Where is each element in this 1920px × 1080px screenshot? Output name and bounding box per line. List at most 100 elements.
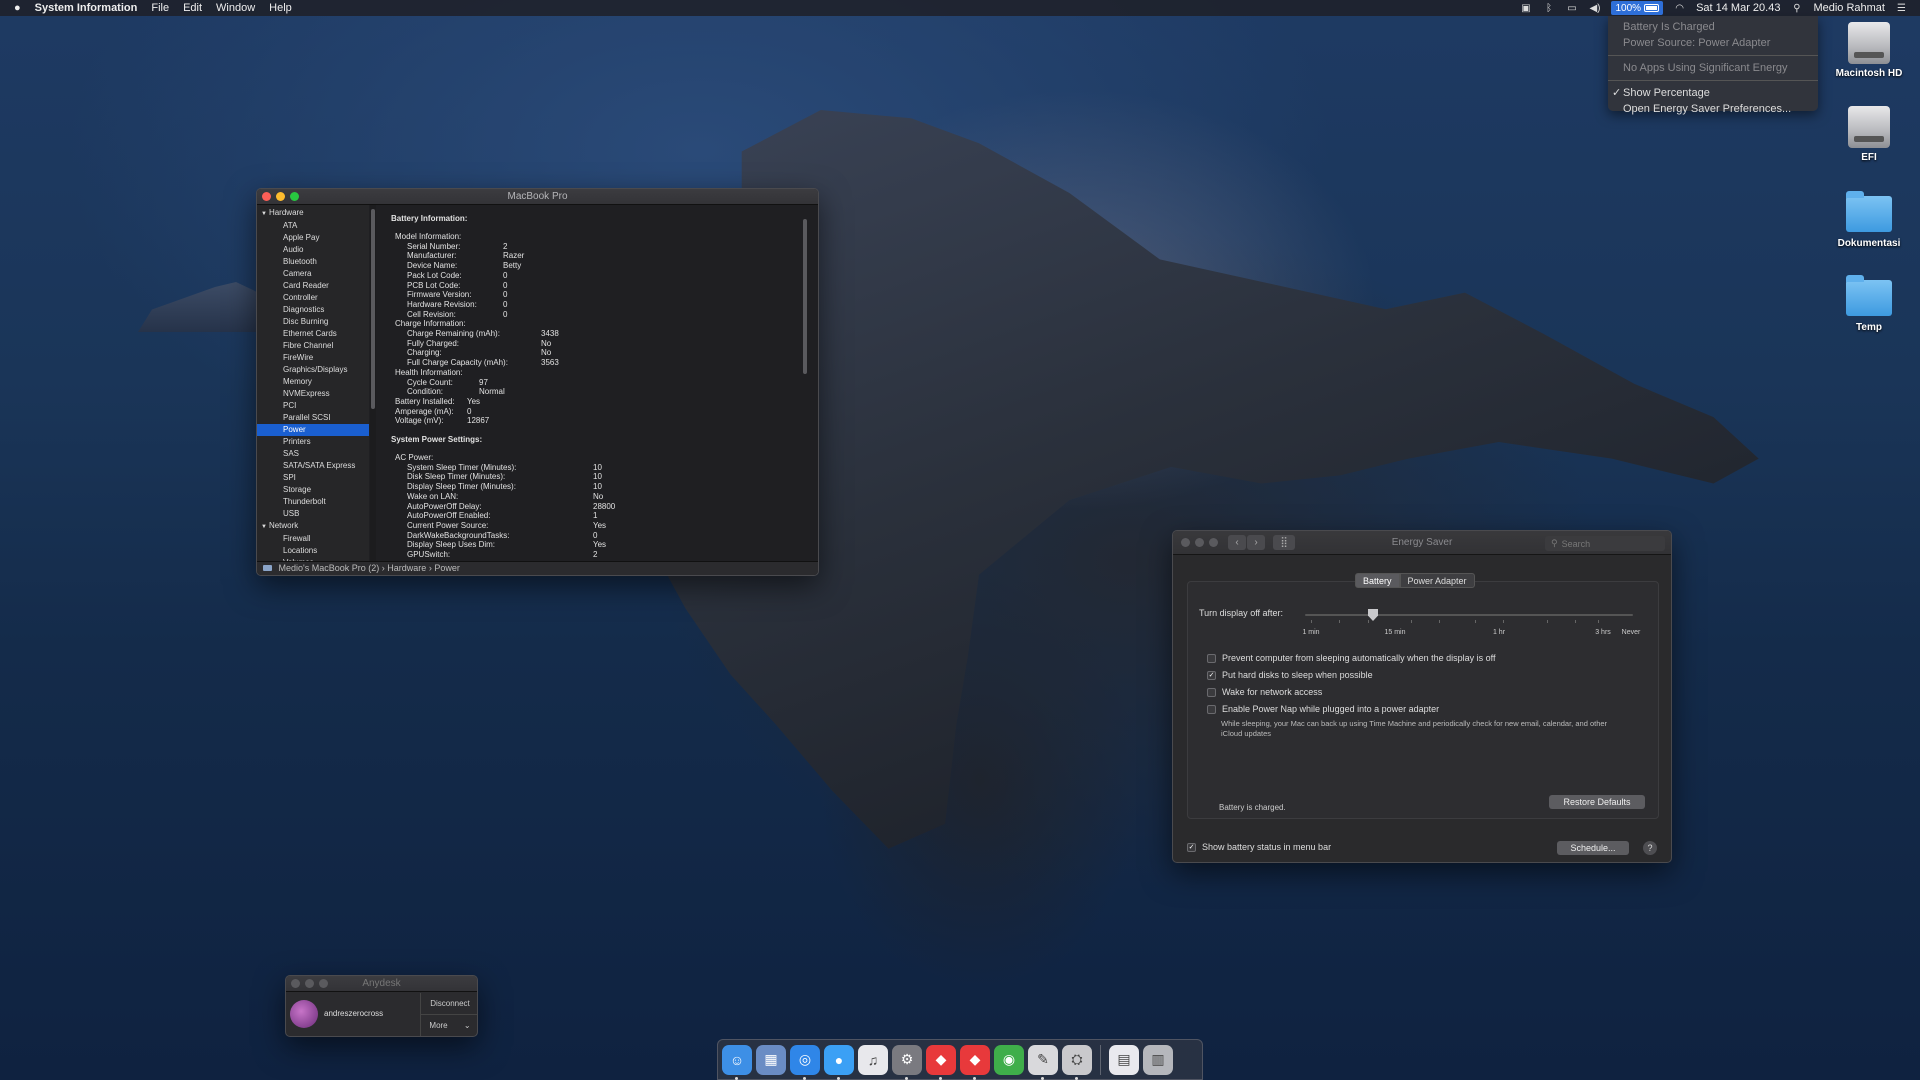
sidebar-item[interactable]: Fibre Channel <box>257 340 369 352</box>
sidebar-item[interactable]: Apple Pay <box>257 232 369 244</box>
zoom-button[interactable] <box>290 192 299 201</box>
sidebar-category[interactable]: Hardware <box>257 207 369 220</box>
volume-icon[interactable]: ◀) <box>1588 3 1601 14</box>
trash-icon[interactable]: ▥ <box>1143 1044 1173 1075</box>
minimize-button[interactable] <box>1195 538 1204 547</box>
minimize-button[interactable] <box>276 192 285 201</box>
sidebar-item[interactable]: Audio <box>257 244 369 256</box>
tab-power-adapter[interactable]: Power Adapter <box>1399 573 1475 588</box>
sidebar-item[interactable]: FireWire <box>257 352 369 364</box>
menu-help[interactable]: Help <box>269 2 292 14</box>
display-sleep-slider[interactable] <box>1305 614 1633 616</box>
show-all-grid-icon[interactable]: ⣿ <box>1273 535 1295 550</box>
desktop-icon-dokumentasi[interactable]: Dokumentasi <box>1829 190 1909 249</box>
sidebar-item[interactable]: Disc Burning <box>257 316 369 328</box>
search-field[interactable]: ⚲ Search <box>1545 536 1665 551</box>
safari-icon[interactable]: ◎ <box>790 1044 820 1080</box>
window-titlebar[interactable]: MacBook Pro <box>257 189 818 205</box>
menu-file[interactable]: File <box>151 2 169 14</box>
window-titlebar[interactable]: Anydesk <box>286 976 477 992</box>
sidebar-item[interactable]: Memory <box>257 376 369 388</box>
finder-icon[interactable]: ☺ <box>722 1044 752 1080</box>
sidebar-item[interactable]: Printers <box>257 436 369 448</box>
wake-network-checkbox-row[interactable]: Wake for network access <box>1207 687 1322 697</box>
sidebar-item[interactable]: Firewall <box>257 533 369 545</box>
menu-app-name[interactable]: System Information <box>35 2 138 14</box>
scroll-thumb[interactable] <box>803 219 807 374</box>
sidebar-item[interactable]: ATA <box>257 220 369 232</box>
help-button[interactable]: ? <box>1643 841 1657 855</box>
desktop-icon-macintosh-hd[interactable]: Macintosh HD <box>1829 22 1909 79</box>
menu-edit[interactable]: Edit <box>183 2 202 14</box>
checkbox[interactable] <box>1207 687 1216 697</box>
sidebar-item[interactable]: Storage <box>257 484 369 496</box>
checkbox[interactable]: ✓ <box>1207 670 1216 680</box>
sidebar-item[interactable]: Locations <box>257 545 369 557</box>
path-power[interactable]: Power <box>434 563 460 573</box>
messages-icon[interactable]: ● <box>824 1044 854 1080</box>
zoom-button[interactable] <box>319 979 328 988</box>
sidebar-item[interactable]: PCI <box>257 400 369 412</box>
sidebar-item[interactable]: Card Reader <box>257 280 369 292</box>
close-button[interactable] <box>1181 538 1190 547</box>
prevent-sleep-checkbox-row[interactable]: Prevent computer from sleeping automatic… <box>1207 653 1495 663</box>
sidebar-item[interactable]: Diagnostics <box>257 304 369 316</box>
sidebar-item[interactable]: USB <box>257 508 369 520</box>
anydesk-icon[interactable]: ◆ <box>926 1044 956 1080</box>
close-button[interactable] <box>262 192 271 201</box>
remote-desktop-icon[interactable]: ▣ <box>1519 3 1532 14</box>
back-button[interactable]: ‹ <box>1228 535 1246 550</box>
sidebar-item[interactable]: Power <box>257 424 369 436</box>
sidebar-item[interactable]: Ethernet Cards <box>257 328 369 340</box>
document-icon[interactable]: ▤ <box>1109 1044 1139 1075</box>
spotlight-icon[interactable]: ⚲ <box>1790 3 1803 14</box>
sidebar-item[interactable]: SATA/SATA Express <box>257 460 369 472</box>
restore-defaults-button[interactable]: Restore Defaults <box>1549 795 1645 809</box>
forward-button[interactable]: › <box>1247 535 1265 550</box>
battery-menu-extra[interactable]: 100% <box>1611 1 1664 15</box>
path-hardware[interactable]: Hardware <box>387 563 426 573</box>
script-editor-icon[interactable]: ✎ <box>1028 1044 1058 1080</box>
airplay-icon[interactable]: ▭ <box>1565 3 1578 14</box>
open-energy-prefs-item[interactable]: Open Energy Saver Preferences... <box>1608 101 1818 117</box>
more-button[interactable]: More ⌄ <box>421 1015 477 1036</box>
sidebar-item[interactable]: SPI <box>257 472 369 484</box>
path-computer[interactable]: Medio's MacBook Pro (2) <box>279 563 380 573</box>
sidebar-category[interactable]: Network <box>257 520 369 533</box>
anydesk-alt-icon[interactable]: ◆ <box>960 1044 990 1080</box>
system-information-icon[interactable]: ⛭ <box>1062 1044 1092 1080</box>
notification-center-icon[interactable]: ☰ <box>1895 3 1908 14</box>
sidebar-item[interactable]: Parallel SCSI <box>257 412 369 424</box>
disconnect-button[interactable]: Disconnect <box>421 993 477 1015</box>
sidebar-scrollbar[interactable] <box>370 205 376 562</box>
preview-icon[interactable]: ▦ <box>756 1044 786 1075</box>
menu-window[interactable]: Window <box>216 2 255 14</box>
apple-menu-icon[interactable]: ● <box>14 2 21 14</box>
sidebar-item[interactable]: Bluetooth <box>257 256 369 268</box>
window-toolbar[interactable]: ‹ › ⣿ Energy Saver ⚲ Search <box>1173 531 1671 555</box>
zoom-button[interactable] <box>1209 538 1218 547</box>
detail-scrollbar[interactable] <box>802 219 808 559</box>
sidebar-item[interactable]: Thunderbolt <box>257 496 369 508</box>
sidebar-item[interactable]: Camera <box>257 268 369 280</box>
sidebar-item[interactable]: Controller <box>257 292 369 304</box>
sidebar-item[interactable]: NVMExpress <box>257 388 369 400</box>
wifi-icon[interactable]: ◠ <box>1673 3 1686 14</box>
desktop-icon-efi[interactable]: EFI <box>1829 106 1909 163</box>
itunes-icon[interactable]: ♫ <box>858 1044 888 1075</box>
show-percentage-item[interactable]: ✓ Show Percentage <box>1608 85 1818 101</box>
show-battery-status-row[interactable]: ✓ Show battery status in menu bar <box>1187 842 1331 852</box>
checkbox[interactable] <box>1207 653 1216 663</box>
minimize-button[interactable] <box>305 979 314 988</box>
scroll-thumb[interactable] <box>371 209 375 409</box>
menu-user[interactable]: Medio Rahmat <box>1813 2 1885 14</box>
globe-icon[interactable]: ◉ <box>994 1044 1024 1075</box>
bluetooth-icon[interactable]: ᛒ <box>1542 3 1555 14</box>
sidebar-item[interactable]: SAS <box>257 448 369 460</box>
desktop-icon-temp[interactable]: Temp <box>1829 274 1909 333</box>
checkbox[interactable]: ✓ <box>1187 842 1196 852</box>
system-preferences-icon[interactable]: ⚙ <box>892 1044 922 1080</box>
checkbox[interactable] <box>1207 704 1216 714</box>
power-nap-checkbox-row[interactable]: Enable Power Nap while plugged into a po… <box>1207 704 1439 714</box>
hard-disk-sleep-checkbox-row[interactable]: ✓ Put hard disks to sleep when possible <box>1207 670 1373 680</box>
